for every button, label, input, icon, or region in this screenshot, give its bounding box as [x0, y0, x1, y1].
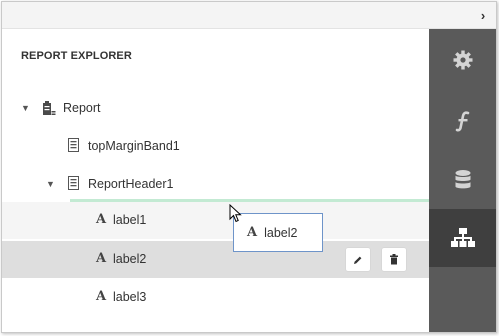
expressions-tab[interactable] [429, 92, 496, 150]
clipboard-report-icon [42, 100, 56, 121]
tree-node-top-margin-band[interactable]: topMarginBand1 [2, 127, 429, 164]
tree-node-label: label3 [113, 290, 147, 304]
tree-node-label: label1 [113, 213, 147, 227]
tree-node-label: label2 [113, 252, 147, 266]
drag-preview-label: label2 [264, 225, 298, 240]
label-control-icon: A [247, 225, 258, 240]
band-icon [68, 176, 79, 195]
label-control-icon: A [96, 251, 107, 266]
delete-button[interactable] [382, 248, 406, 271]
chevron-right-icon: › [480, 7, 486, 23]
tree-node-label2[interactable]: A label2 [2, 241, 429, 278]
hierarchy-icon [450, 228, 475, 247]
expand-arrow-icon[interactable]: ▼ [46, 179, 55, 189]
mouse-cursor-icon [229, 204, 242, 223]
function-icon [455, 111, 469, 132]
field-list-tab[interactable] [429, 151, 496, 209]
gear-icon [453, 50, 472, 70]
edit-button[interactable] [346, 248, 370, 271]
properties-tab[interactable] [429, 31, 496, 89]
database-icon [455, 170, 470, 189]
collapse-panel-button[interactable]: › [476, 7, 490, 23]
tree-node-label: ReportHeader1 [88, 177, 174, 191]
report-explorer-tab[interactable] [429, 209, 496, 267]
drag-preview: A label2 [233, 213, 323, 252]
trash-icon [390, 254, 398, 265]
band-icon [68, 138, 79, 157]
report-explorer-window: › REPORT EXPLORER ▼ Report topMarginBand… [1, 1, 497, 333]
panel-header-strip: › [2, 2, 496, 29]
tree-node-report-header[interactable]: ▼ ReportHeader1 [2, 165, 429, 202]
label-control-icon: A [96, 212, 107, 227]
label-control-icon: A [96, 289, 107, 304]
tab-rail [429, 29, 496, 332]
panel-title: REPORT EXPLORER [21, 50, 132, 62]
tree-node-label: Report [63, 101, 101, 115]
tree-node-label3[interactable]: A label3 [2, 279, 429, 316]
expand-arrow-icon[interactable]: ▼ [21, 103, 30, 113]
tree-node-label1[interactable]: A label1 [2, 202, 429, 239]
pencil-icon [354, 256, 362, 264]
tree-node-report[interactable]: ▼ Report [2, 89, 429, 126]
tree-node-label: topMarginBand1 [88, 139, 180, 153]
